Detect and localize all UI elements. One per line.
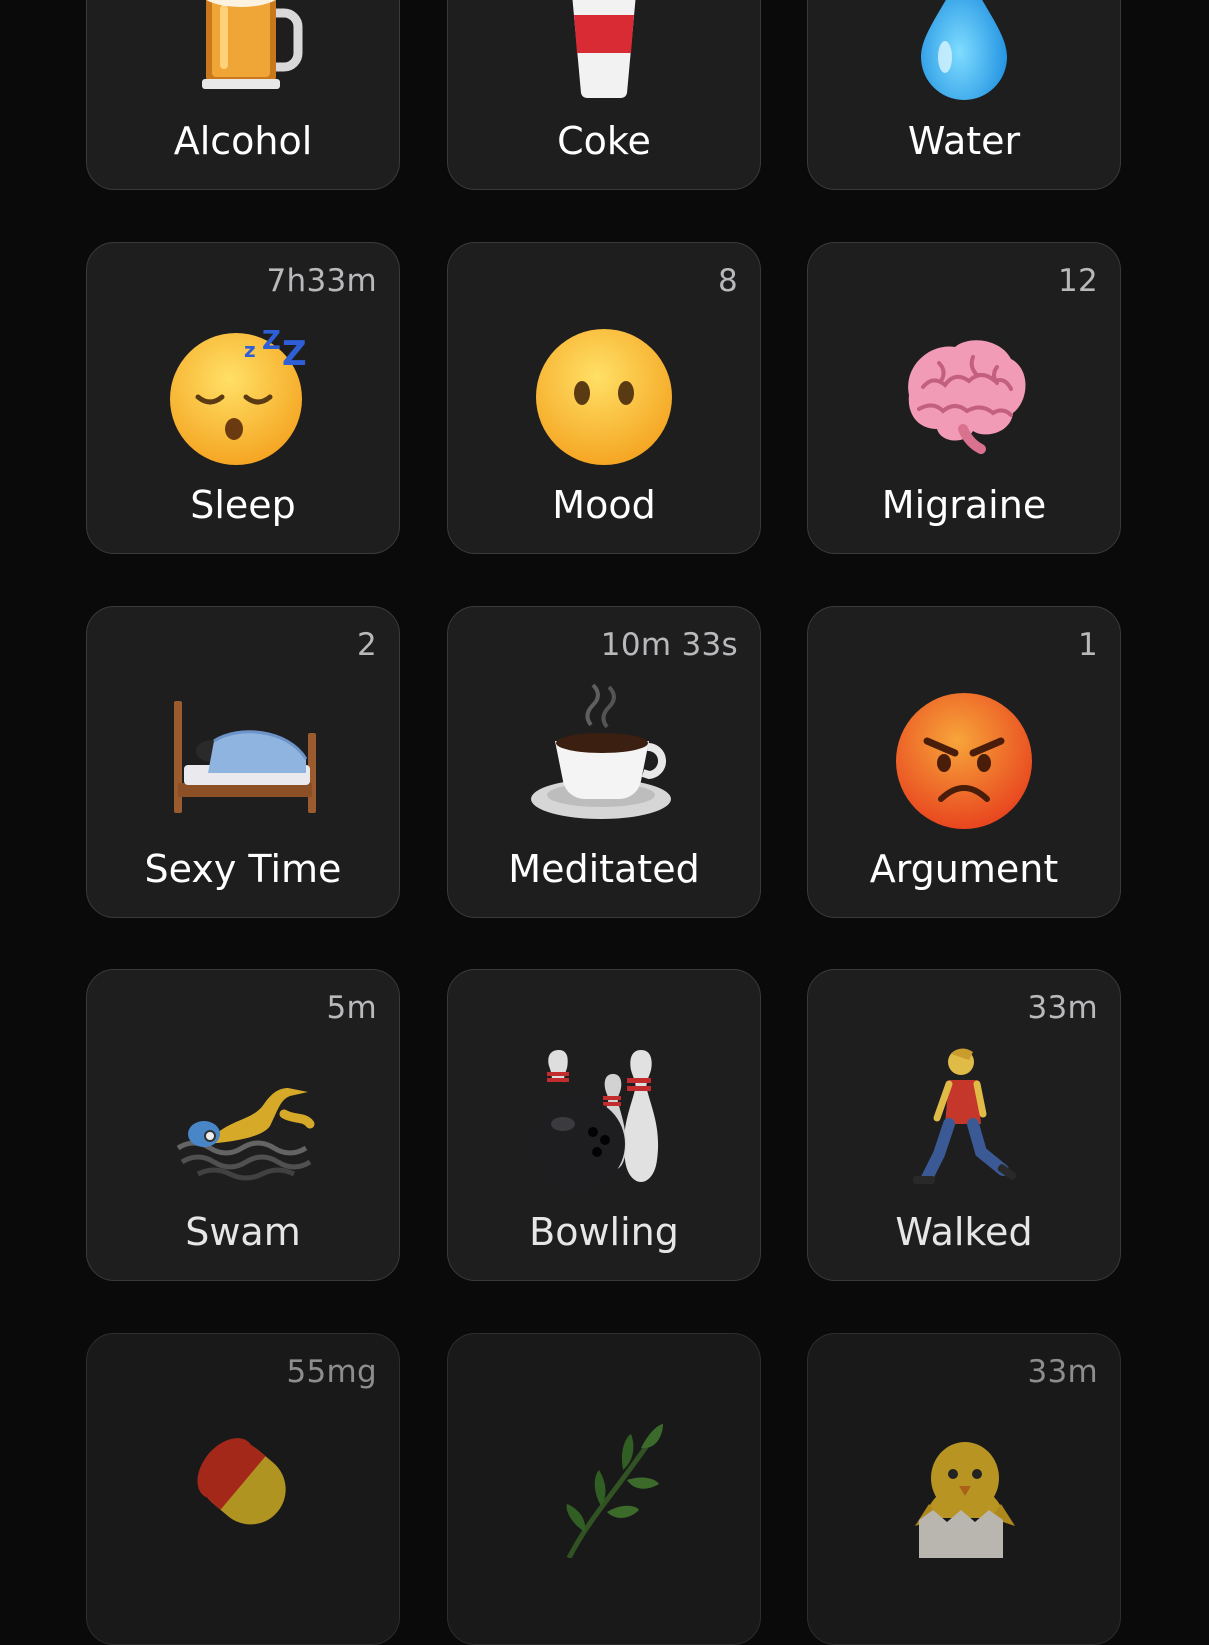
tile-argument[interactable]: 1 Argument xyxy=(807,606,1121,918)
bed-icon xyxy=(87,681,399,831)
tile-alcohol[interactable]: Alcohol xyxy=(86,0,400,190)
tile-migraine[interactable]: 12 Migraine xyxy=(807,242,1121,554)
tile-label: Mood xyxy=(552,483,656,527)
tile-chick[interactable]: 33m xyxy=(807,1333,1121,1645)
tile-value: 7h33m xyxy=(266,263,377,299)
tile-value: 2 xyxy=(356,627,377,663)
tile-label: Sexy Time xyxy=(144,847,342,891)
pill-icon xyxy=(87,1408,399,1558)
soda-cup-icon xyxy=(448,0,760,103)
tile-value: 12 xyxy=(1057,263,1098,299)
tile-label: Coke xyxy=(557,119,651,163)
tile-value: 55mg xyxy=(286,1354,377,1390)
walking-person-icon xyxy=(808,1044,1120,1194)
swimmer-icon xyxy=(87,1044,399,1194)
tile-value: 1 xyxy=(1077,627,1098,663)
tile-value: 10m 33s xyxy=(600,627,738,663)
neutral-face-icon xyxy=(448,317,760,467)
tile-pill[interactable]: 55mg xyxy=(86,1333,400,1645)
tracker-grid: Alcohol Coke Water 7h33m z Z Z Sleep 8 M… xyxy=(0,0,1209,1645)
hot-coffee-icon xyxy=(448,681,760,831)
svg-text:z: z xyxy=(244,338,256,362)
tile-label: Sleep xyxy=(190,483,296,527)
svg-text:Z: Z xyxy=(282,334,307,374)
bowling-icon xyxy=(448,1044,760,1194)
tile-walked[interactable]: 33m Walked xyxy=(807,969,1121,1281)
tile-label: Alcohol xyxy=(173,119,313,163)
tile-herb[interactable] xyxy=(447,1333,761,1645)
svg-text:Z: Z xyxy=(262,326,281,356)
beer-mug-icon xyxy=(87,0,399,103)
tile-meditated[interactable]: 10m 33s Meditated xyxy=(447,606,761,918)
brain-icon xyxy=(808,317,1120,467)
tile-sexy-time[interactable]: 2 Sexy Time xyxy=(86,606,400,918)
sleeping-face-icon: z Z Z xyxy=(87,317,399,467)
tile-bowling[interactable]: Bowling xyxy=(447,969,761,1281)
tile-value: 5m xyxy=(326,990,377,1026)
tile-value: 33m xyxy=(1027,990,1098,1026)
tile-label: Water xyxy=(907,119,1021,163)
tile-label: Swam xyxy=(185,1210,301,1254)
herb-icon xyxy=(448,1408,760,1558)
tile-value: 33m xyxy=(1027,1354,1098,1390)
tile-water[interactable]: Water xyxy=(807,0,1121,190)
tile-value: 8 xyxy=(717,263,738,299)
hatching-chick-icon xyxy=(808,1408,1120,1558)
tile-label: Walked xyxy=(895,1210,1033,1254)
tile-coke[interactable]: Coke xyxy=(447,0,761,190)
tile-label: Argument xyxy=(869,847,1059,891)
tile-label: Migraine xyxy=(881,483,1047,527)
tile-mood[interactable]: 8 Mood xyxy=(447,242,761,554)
water-drop-icon xyxy=(808,0,1120,103)
tile-sleep[interactable]: 7h33m z Z Z Sleep xyxy=(86,242,400,554)
tile-label: Bowling xyxy=(529,1210,679,1254)
tile-swam[interactable]: 5m Swam xyxy=(86,969,400,1281)
angry-face-icon xyxy=(808,681,1120,831)
tile-label: Meditated xyxy=(508,847,700,891)
